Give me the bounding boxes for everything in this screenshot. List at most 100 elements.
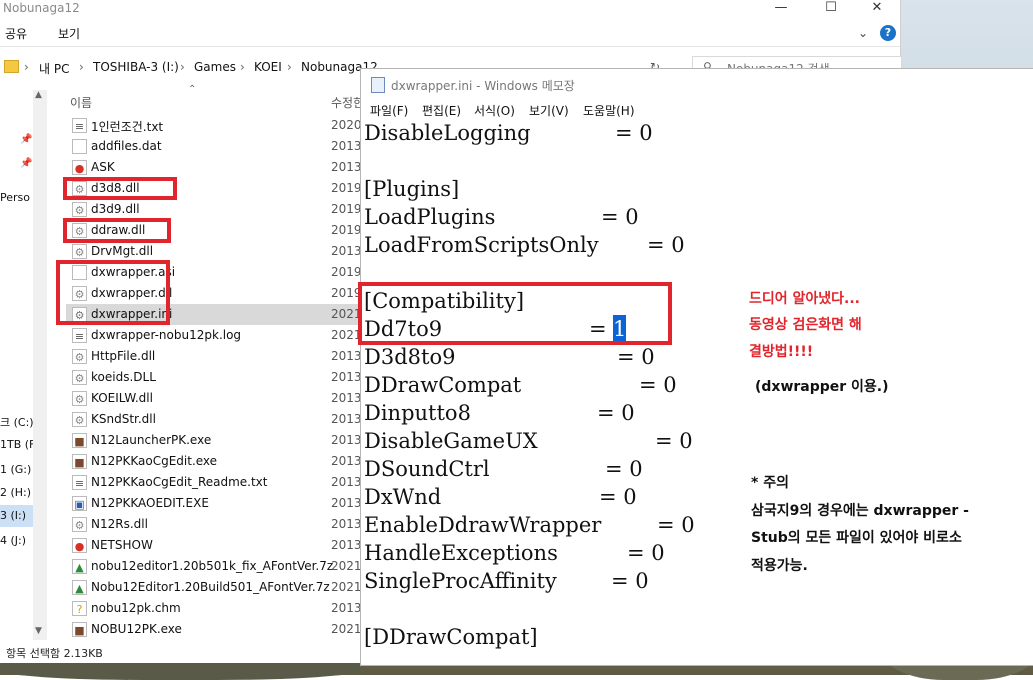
file-date: 2013-: [331, 433, 361, 447]
ini-value: = 0: [647, 233, 685, 257]
nav-item[interactable]: 크 (C:): [0, 414, 34, 430]
blank-file-icon: [72, 139, 87, 154]
ini-value: = 0: [597, 401, 635, 425]
file-row[interactable]: ⚙ koeids.DLL: [66, 367, 360, 388]
tab-view[interactable]: 보기: [58, 25, 80, 42]
dll-file-icon: ⚙: [72, 391, 87, 406]
file-row[interactable]: ▲ nobu12editor1.20b501k_fix_AFontVer.7z: [66, 556, 360, 577]
chrome-icon: ●: [72, 538, 87, 553]
menu-help[interactable]: 도움말(H): [583, 102, 635, 119]
notepad-titlebar: dxwrapper.ini - Windows 메모장: [361, 69, 1033, 99]
divider: [0, 46, 900, 47]
text-file-icon: ≡: [72, 118, 87, 133]
maximize-button[interactable]: ☐: [808, 0, 854, 18]
file-row[interactable]: ⚙ N12Rs.dll: [66, 514, 360, 535]
scroll-up-icon[interactable]: ▲: [35, 90, 42, 100]
menu-format[interactable]: 서식(O): [474, 102, 515, 119]
file-row[interactable]: ? nobu12pk.chm: [66, 598, 360, 619]
archive-icon: ▲: [72, 559, 87, 574]
file-row[interactable]: ≡ dxwrapper-nobu12pk.log: [66, 325, 360, 346]
nav-scrollbar[interactable]: ▲ ▼: [33, 90, 47, 640]
close-button[interactable]: ✕: [854, 0, 900, 18]
file-date: 2013-: [331, 475, 361, 489]
status-bar: 항목 선택함 2.13KB: [6, 647, 103, 660]
annotation-line: 동영상 검은화면 해: [749, 317, 862, 333]
chevron-right-icon: ›: [79, 60, 84, 74]
chevron-right-icon: ›: [287, 60, 292, 74]
file-date: 2013-: [331, 496, 361, 510]
highlight-box-dxwrapper: [56, 260, 170, 325]
file-date: 2021-: [331, 580, 361, 594]
chevron-right-icon: ›: [24, 60, 29, 74]
file-date: 2013-: [331, 412, 361, 426]
chevron-right-icon: ›: [180, 60, 185, 74]
chevron-right-icon: ›: [240, 60, 245, 74]
chevron-down-icon[interactable]: ⌄: [858, 26, 868, 40]
file-row[interactable]: ■ N12PKKaoCgEdit.exe: [66, 451, 360, 472]
file-row[interactable]: ⚙ DrvMgt.dll: [66, 241, 360, 262]
file-name: d3d9.dll: [91, 202, 140, 216]
scroll-down-icon[interactable]: ▼: [35, 626, 42, 636]
column-header-name[interactable]: 이름: [70, 94, 92, 111]
file-date: 2019-: [331, 265, 361, 279]
dll-file-icon: ⚙: [72, 517, 87, 532]
file-date: 2019-: [331, 181, 361, 195]
tab-share[interactable]: 공유: [5, 25, 27, 42]
file-row[interactable]: ⚙ d3d9.dll: [66, 199, 360, 220]
notepad-title: dxwrapper.ini - Windows 메모장: [391, 79, 575, 93]
file-row[interactable]: addfiles.dat: [66, 136, 360, 157]
file-row[interactable]: ● ASK: [66, 157, 360, 178]
nav-item-selected[interactable]: 3 (I:): [0, 509, 26, 522]
file-row[interactable]: ≡ N12PKKaoCgEdit_Readme.txt: [66, 472, 360, 493]
file-name: N12PKKaoCgEdit_Readme.txt: [91, 475, 268, 489]
file-row[interactable]: ■ NOBU12PK.exe: [66, 619, 360, 640]
file-row[interactable]: ⚙ KOEILW.dll: [66, 388, 360, 409]
file-row[interactable]: ▲ Nobu12Editor1.20Build501_AFontVer.7z: [66, 577, 360, 598]
highlight-box-compatibility: [358, 282, 672, 345]
file-row[interactable]: ■ N12LauncherPK.exe: [66, 430, 360, 451]
file-name: N12PKKAOEDIT.EXE: [91, 496, 209, 510]
ini-key: [DDrawCompat]: [364, 625, 538, 649]
ini-value: = 0: [655, 429, 693, 453]
ini-value: = 0: [605, 457, 643, 481]
ini-key: DisableGameUX: [364, 429, 538, 453]
nav-item[interactable]: 1 (G:): [0, 463, 31, 476]
ini-key: SingleProcAffinity: [364, 569, 557, 593]
file-date: 2013-: [331, 538, 361, 552]
ini-key: LoadPlugins: [364, 205, 496, 229]
file-name: nobu12editor1.20b501k_fix_AFontVer.7z: [91, 559, 334, 573]
help-icon[interactable]: ?: [880, 25, 896, 41]
breadcrumb-item[interactable]: 내 PC: [39, 60, 69, 77]
file-date: 2021-: [331, 307, 361, 321]
file-row[interactable]: ▣ N12PKKAOEDIT.EXE: [66, 493, 360, 514]
file-date: 2019-: [331, 223, 361, 237]
help-file-icon: ?: [72, 601, 87, 616]
menu-view[interactable]: 보기(V): [529, 102, 569, 119]
ini-key: DxWnd: [364, 485, 442, 509]
file-name: addfiles.dat: [91, 139, 162, 153]
nav-item[interactable]: Perso: [0, 191, 30, 204]
dll-file-icon: ⚙: [72, 202, 87, 217]
file-row[interactable]: ⚙ HttpFile.dll: [66, 346, 360, 367]
file-row[interactable]: ● NETSHOW: [66, 535, 360, 556]
breadcrumb-item[interactable]: Games: [194, 60, 236, 74]
nav-item[interactable]: 4 (J:): [0, 534, 26, 547]
nav-item[interactable]: 2 (H:): [0, 486, 31, 499]
ini-value: = 0: [639, 373, 677, 397]
menu-edit[interactable]: 편집(E): [422, 102, 461, 119]
ini-key: DisableLogging: [364, 121, 531, 145]
file-date: 2013-: [331, 139, 361, 153]
chrome-icon: ●: [72, 160, 87, 175]
file-row[interactable]: ≡ 1인런조건.txt: [66, 115, 360, 136]
file-name: nobu12pk.chm: [91, 601, 181, 615]
nav-item[interactable]: 1TB (F: [0, 438, 35, 451]
menu-file[interactable]: 파일(F): [370, 102, 408, 119]
breadcrumb-item[interactable]: TOSHIBA-3 (I:): [93, 60, 179, 74]
minimize-button[interactable]: —: [758, 0, 804, 18]
file-row[interactable]: ⚙ KSndStr.dll: [66, 409, 360, 430]
breadcrumb-item[interactable]: KOEI: [254, 60, 282, 74]
file-name: ASK: [91, 160, 115, 174]
sort-up-icon: ⌃: [188, 84, 197, 95]
file-name: KOEILW.dll: [91, 391, 153, 405]
game-exe-icon: ■: [72, 622, 87, 637]
